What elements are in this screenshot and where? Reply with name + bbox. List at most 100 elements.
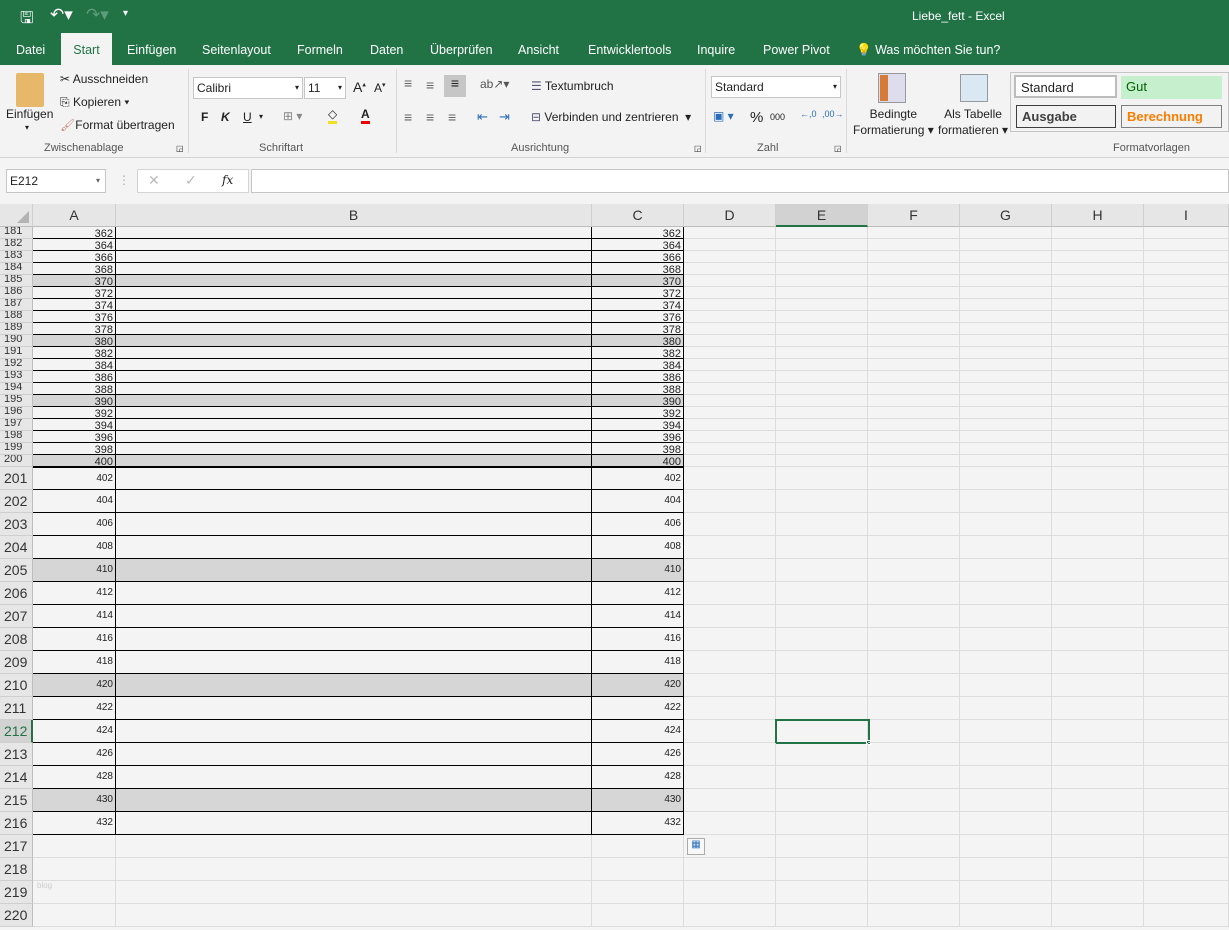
cell-c197[interactable]: 394 — [592, 419, 684, 431]
row-header[interactable]: 181 — [0, 227, 33, 239]
row-header[interactable]: 218 — [0, 858, 33, 881]
cell-e220[interactable] — [776, 904, 868, 927]
cell-a195[interactable]: 390 — [33, 395, 116, 407]
column-header-b[interactable]: B — [116, 204, 592, 227]
cell-d213[interactable] — [684, 743, 776, 766]
row-header[interactable]: 207 — [0, 605, 33, 628]
select-all-button[interactable] — [0, 204, 33, 227]
row-header[interactable]: 215 — [0, 789, 33, 812]
cell-h187[interactable] — [1052, 299, 1144, 311]
cell-b193[interactable] — [116, 371, 592, 383]
cell-i188[interactable] — [1144, 311, 1229, 323]
cell-g195[interactable] — [960, 395, 1052, 407]
cell-d191[interactable] — [684, 347, 776, 359]
cell-e186[interactable] — [776, 287, 868, 299]
cell-e210[interactable] — [776, 674, 868, 697]
cell-h219[interactable] — [1052, 881, 1144, 904]
cell-g193[interactable] — [960, 371, 1052, 383]
cell-d197[interactable] — [684, 419, 776, 431]
cell-f196[interactable] — [868, 407, 960, 419]
row-header[interactable]: 216 — [0, 812, 33, 835]
cell-e196[interactable] — [776, 407, 868, 419]
cell-h198[interactable] — [1052, 431, 1144, 443]
cell-a207[interactable]: 414 — [33, 605, 116, 628]
cell-e203[interactable] — [776, 513, 868, 536]
row-header[interactable]: 192 — [0, 359, 33, 371]
cell-f186[interactable] — [868, 287, 960, 299]
cell-a202[interactable]: 404 — [33, 490, 116, 513]
cell-c215[interactable]: 430 — [592, 789, 684, 812]
cell-b183[interactable] — [116, 251, 592, 263]
row-header[interactable]: 196 — [0, 407, 33, 419]
decrease-indent-icon[interactable]: ⇤ — [477, 109, 488, 125]
cell-h218[interactable] — [1052, 858, 1144, 881]
underline-button[interactable]: U — [243, 110, 252, 124]
cell-e194[interactable] — [776, 383, 868, 395]
column-header-c[interactable]: C — [592, 204, 684, 227]
cell-i187[interactable] — [1144, 299, 1229, 311]
cell-i207[interactable] — [1144, 605, 1229, 628]
cell-g187[interactable] — [960, 299, 1052, 311]
cell-a204[interactable]: 408 — [33, 536, 116, 559]
cell-b209[interactable] — [116, 651, 592, 674]
paste-button[interactable]: Einfügen — [6, 107, 53, 121]
cell-b188[interactable] — [116, 311, 592, 323]
cell-b220[interactable] — [116, 904, 592, 927]
cell-d209[interactable] — [684, 651, 776, 674]
column-header-h[interactable]: H — [1052, 204, 1144, 227]
row-header[interactable]: 188 — [0, 311, 33, 323]
cell-i200[interactable] — [1144, 455, 1229, 467]
row-header[interactable]: 211 — [0, 697, 33, 720]
cell-c189[interactable]: 378 — [592, 323, 684, 335]
dialog-launcher-icon[interactable]: ◲ — [694, 144, 702, 153]
cell-c199[interactable]: 398 — [592, 443, 684, 455]
cell-d195[interactable] — [684, 395, 776, 407]
cell-i190[interactable] — [1144, 335, 1229, 347]
cell-i205[interactable] — [1144, 559, 1229, 582]
cell-d210[interactable] — [684, 674, 776, 697]
row-header[interactable]: 198 — [0, 431, 33, 443]
cell-a182[interactable]: 364 — [33, 239, 116, 251]
percent-button[interactable]: % — [750, 109, 763, 126]
cell-g186[interactable] — [960, 287, 1052, 299]
cell-i209[interactable] — [1144, 651, 1229, 674]
cell-e207[interactable] — [776, 605, 868, 628]
cell-c184[interactable]: 368 — [592, 263, 684, 275]
column-header-d[interactable]: D — [684, 204, 776, 227]
cell-g196[interactable] — [960, 407, 1052, 419]
cell-g189[interactable] — [960, 323, 1052, 335]
cell-e191[interactable] — [776, 347, 868, 359]
cell-e182[interactable] — [776, 239, 868, 251]
cell-e185[interactable] — [776, 275, 868, 287]
number-format-select[interactable]: Standard ▾ — [711, 76, 841, 98]
cell-a196[interactable]: 392 — [33, 407, 116, 419]
row-header[interactable]: 185 — [0, 275, 33, 287]
dialog-launcher-icon[interactable]: ◲ — [834, 144, 842, 153]
cell-g214[interactable] — [960, 766, 1052, 789]
cell-h181[interactable] — [1052, 227, 1144, 239]
cell-i216[interactable] — [1144, 812, 1229, 835]
cell-g183[interactable] — [960, 251, 1052, 263]
cell-f182[interactable] — [868, 239, 960, 251]
currency-icon[interactable]: ▣ ▾ — [713, 109, 734, 123]
row-header[interactable]: 202 — [0, 490, 33, 513]
cell-c202[interactable]: 404 — [592, 490, 684, 513]
format-as-table-button[interactable]: Als Tabelle formatieren ▾ — [938, 106, 1008, 138]
cell-d182[interactable] — [684, 239, 776, 251]
cell-b181[interactable] — [116, 227, 592, 239]
align-bottom-icon[interactable]: ≡ — [444, 75, 466, 97]
row-header[interactable]: 206 — [0, 582, 33, 605]
row-header[interactable]: 204 — [0, 536, 33, 559]
cell-c198[interactable]: 396 — [592, 431, 684, 443]
cell-e183[interactable] — [776, 251, 868, 263]
cell-a220[interactable] — [33, 904, 116, 927]
cell-e208[interactable] — [776, 628, 868, 651]
tab-seitenlayout[interactable]: Seitenlayout — [194, 33, 279, 65]
cell-h184[interactable] — [1052, 263, 1144, 275]
cell-d214[interactable] — [684, 766, 776, 789]
cell-h193[interactable] — [1052, 371, 1144, 383]
cell-g197[interactable] — [960, 419, 1052, 431]
cell-f200[interactable] — [868, 455, 960, 467]
increase-decimal-icon[interactable]: ←,0 — [800, 109, 817, 119]
cell-h211[interactable] — [1052, 697, 1144, 720]
